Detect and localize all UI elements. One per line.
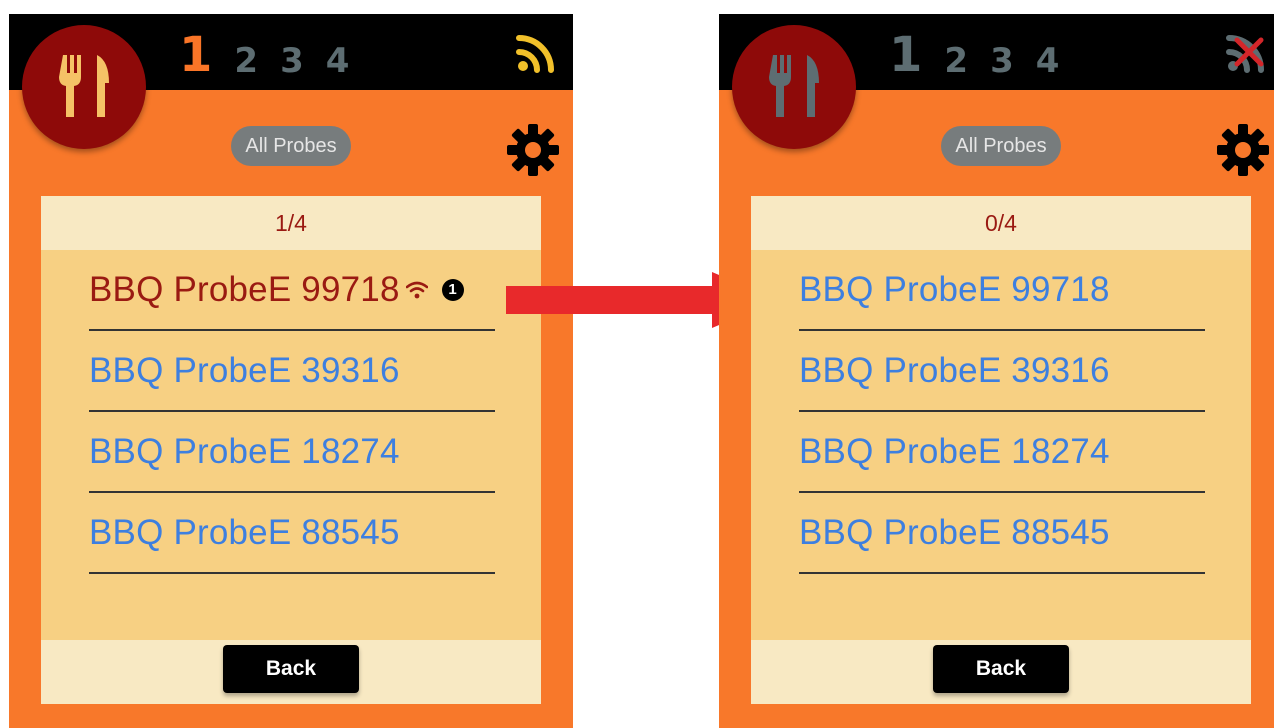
all-probes-filter[interactable]: All Probes — [231, 126, 351, 166]
all-probes-filter[interactable]: All Probes — [941, 126, 1061, 166]
tab-3[interactable]: 3 — [280, 38, 304, 84]
probe-tabs: 1 2 3 4 — [889, 24, 1059, 84]
probe-counter: 0/4 — [751, 196, 1251, 250]
left-screen: 1 2 3 4 All Probes 1/4 BBQ ProbeE 99718 … — [9, 14, 573, 728]
probe-item[interactable]: BBQ ProbeE 88545 — [89, 493, 495, 574]
probe-counter: 1/4 — [41, 196, 541, 250]
probe-label: BBQ ProbeE 18274 — [799, 431, 1110, 471]
tab-1[interactable]: 1 — [179, 26, 212, 84]
probe-item[interactable]: BBQ ProbeE 88545 — [799, 493, 1205, 574]
app-logo[interactable] — [22, 25, 146, 149]
probe-panel: 1/4 BBQ ProbeE 99718 1 BBQ ProbeE 39316 … — [41, 196, 541, 704]
wifi-icon — [405, 281, 428, 298]
probe-label: BBQ ProbeE 88545 — [89, 512, 400, 552]
probe-label: BBQ ProbeE 99718 — [89, 269, 400, 309]
tab-3[interactable]: 3 — [990, 38, 1014, 84]
tab-2[interactable]: 2 — [234, 38, 258, 84]
signal-disconnected-icon[interactable] — [1225, 32, 1267, 74]
probe-item[interactable]: BBQ ProbeE 39316 — [799, 331, 1205, 412]
probe-label: BBQ ProbeE 18274 — [89, 431, 400, 471]
tab-4[interactable]: 4 — [1036, 38, 1060, 84]
probe-number-badge: 1 — [441, 278, 464, 301]
tab-2[interactable]: 2 — [944, 38, 968, 84]
probe-item[interactable]: BBQ ProbeE 99718 — [799, 250, 1205, 331]
back-button[interactable]: Back — [933, 645, 1069, 693]
panel-footer: Back — [41, 640, 541, 704]
fork-knife-icon — [769, 55, 819, 117]
panel-footer: Back — [751, 640, 1251, 704]
probe-item[interactable]: BBQ ProbeE 39316 — [89, 331, 495, 412]
fork-knife-icon — [59, 55, 109, 117]
probe-list: BBQ ProbeE 99718 BBQ ProbeE 39316 BBQ Pr… — [751, 250, 1251, 574]
probe-list: BBQ ProbeE 99718 1 BBQ ProbeE 39316 BBQ … — [41, 250, 541, 574]
tab-4[interactable]: 4 — [326, 38, 350, 84]
probe-item[interactable]: BBQ ProbeE 18274 — [89, 412, 495, 493]
app-logo[interactable] — [732, 25, 856, 149]
back-button[interactable]: Back — [223, 645, 359, 693]
wifi-signal-icon[interactable] — [515, 32, 557, 74]
gear-icon[interactable] — [507, 124, 559, 176]
probe-label: BBQ ProbeE 39316 — [89, 350, 400, 390]
probe-item-selected[interactable]: BBQ ProbeE 99718 1 — [89, 250, 495, 331]
tab-1[interactable]: 1 — [889, 26, 922, 84]
probe-label: BBQ ProbeE 39316 — [799, 350, 1110, 390]
probe-tabs: 1 2 3 4 — [179, 24, 349, 84]
probe-label: BBQ ProbeE 88545 — [799, 512, 1110, 552]
probe-panel: 0/4 BBQ ProbeE 99718 BBQ ProbeE 39316 BB… — [751, 196, 1251, 704]
probe-item[interactable]: BBQ ProbeE 18274 — [799, 412, 1205, 493]
probe-label: BBQ ProbeE 99718 — [799, 269, 1110, 309]
right-screen: 1 2 3 4 All Probes 0/4 BBQ ProbeE 99718 … — [719, 14, 1274, 728]
gear-icon[interactable] — [1217, 124, 1269, 176]
